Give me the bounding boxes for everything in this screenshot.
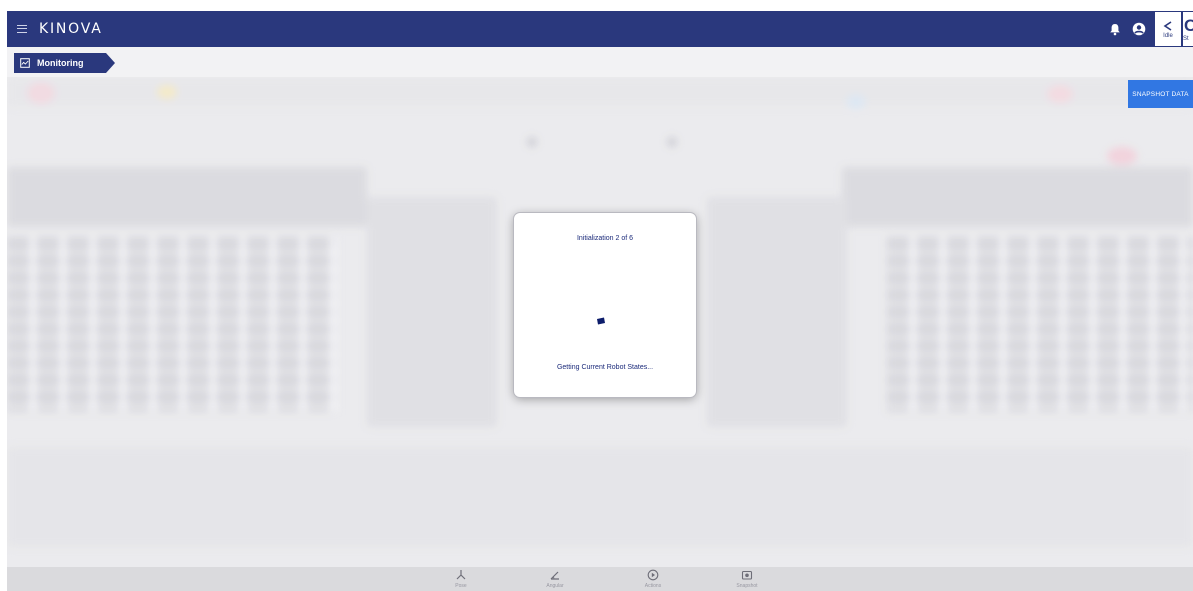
dialog-title: Initialization 2 of 6 xyxy=(576,235,634,242)
loading-spinner-icon xyxy=(597,317,605,325)
app-root: KINOVA Idle C St Monitoring SNAPSHOT DAT… xyxy=(0,0,1193,591)
dialog-status-text: Getting Current Robot States... xyxy=(556,364,654,371)
initialization-dialog: Initialization 2 of 6 Getting Current Ro… xyxy=(514,213,696,397)
